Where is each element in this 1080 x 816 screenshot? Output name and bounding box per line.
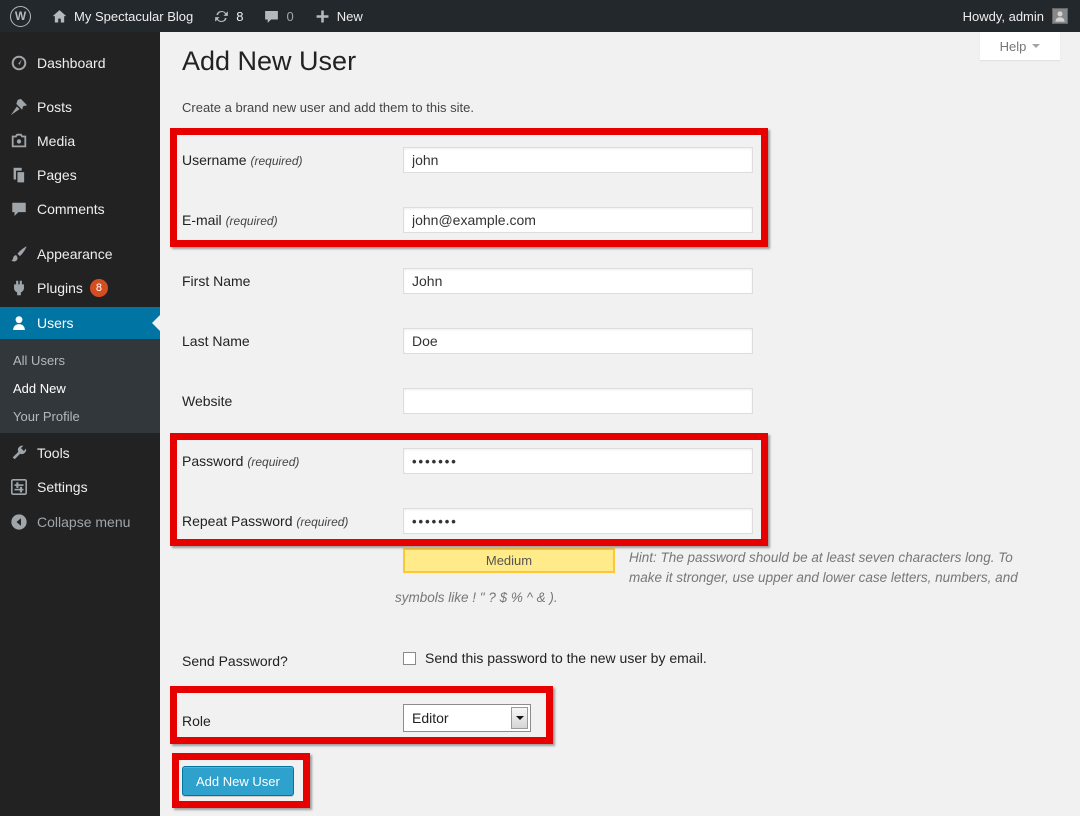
password-strength-meter: Medium — [403, 548, 615, 573]
comment-bubble-icon — [263, 8, 280, 25]
update-refresh-icon — [213, 8, 230, 25]
first-name-input[interactable] — [403, 268, 753, 294]
sidebar-item-settings[interactable]: Settings — [0, 472, 160, 502]
sidebar-item-posts[interactable]: Posts — [0, 92, 160, 122]
submenu-all-users[interactable]: All Users — [13, 348, 160, 374]
page-subtitle: Create a brand new user and add them to … — [182, 100, 474, 115]
password-hint: Medium Hint: The password should be at l… — [395, 548, 1043, 608]
send-password-label: Send Password? — [182, 648, 397, 674]
wordpress-menu[interactable]: W — [0, 0, 41, 32]
last-name-input[interactable] — [403, 328, 753, 354]
last-name-label: Last Name — [182, 328, 397, 354]
submenu-add-new[interactable]: Add New — [13, 376, 160, 402]
submenu-your-profile[interactable]: Your Profile — [13, 404, 160, 430]
role-label: Role — [182, 708, 397, 734]
comment-bubble-icon — [10, 200, 28, 218]
page-title: Add New User — [182, 46, 356, 77]
new-label: New — [337, 9, 363, 24]
email-input[interactable] — [403, 207, 753, 233]
home-icon — [51, 8, 68, 25]
plug-icon — [10, 279, 28, 297]
sidebar-item-plugins[interactable]: Plugins 8 — [0, 273, 160, 303]
pushpin-icon — [10, 98, 28, 116]
admin-bar: W My Spectacular Blog 8 0 New Howdy, adm… — [0, 0, 1080, 32]
pages-icon — [10, 166, 28, 184]
update-count: 8 — [236, 9, 243, 24]
website-input[interactable] — [403, 388, 753, 414]
avatar[interactable] — [1052, 8, 1068, 24]
admin-sidebar: Dashboard Posts Media Pages Comments App… — [0, 32, 160, 816]
dashboard-icon — [10, 54, 28, 72]
sidebar-item-tools[interactable]: Tools — [0, 438, 160, 468]
username-label: Username (required) — [182, 147, 397, 173]
username-input[interactable] — [403, 147, 753, 173]
role-select[interactable]: Editor — [403, 704, 531, 732]
send-password-checkbox-label: Send this password to the new user by em… — [425, 650, 707, 666]
sidebar-item-users[interactable]: Users — [0, 307, 160, 339]
sidebar-item-appearance[interactable]: Appearance — [0, 239, 160, 269]
comment-count: 0 — [286, 9, 293, 24]
main-content: Help Add New User Create a brand new use… — [160, 32, 1080, 816]
users-submenu: All Users Add New Your Profile — [0, 339, 160, 433]
wrench-icon — [10, 444, 28, 462]
active-menu-arrow — [144, 315, 160, 331]
first-name-label: First Name — [182, 268, 397, 294]
sliders-icon — [10, 478, 28, 496]
email-label: E-mail (required) — [182, 207, 397, 233]
plus-icon — [314, 8, 331, 25]
website-label: Website — [182, 388, 397, 414]
person-icon — [10, 314, 28, 332]
select-dropdown-button[interactable] — [511, 707, 528, 729]
new-content-menu[interactable]: New — [304, 0, 373, 32]
sidebar-item-dashboard[interactable]: Dashboard — [0, 48, 160, 78]
chevron-down-icon — [516, 716, 524, 724]
password-input[interactable] — [403, 448, 753, 474]
comments-indicator[interactable]: 0 — [253, 0, 303, 32]
repeat-password-input[interactable] — [403, 508, 753, 534]
sidebar-item-collapse-menu[interactable]: Collapse menu — [0, 507, 160, 537]
plugins-update-badge: 8 — [90, 279, 108, 297]
sidebar-item-pages[interactable]: Pages — [0, 160, 160, 190]
brush-icon — [10, 245, 28, 263]
site-name: My Spectacular Blog — [74, 9, 193, 24]
help-button[interactable]: Help — [980, 32, 1060, 60]
sidebar-item-comments[interactable]: Comments — [0, 194, 160, 224]
role-selected-value: Editor — [412, 705, 449, 731]
collapse-arrow-icon — [10, 513, 28, 531]
site-link[interactable]: My Spectacular Blog — [41, 0, 203, 32]
password-label: Password (required) — [182, 448, 397, 474]
howdy-account[interactable]: Howdy, admin — [963, 9, 1044, 24]
wordpress-logo-icon: W — [10, 6, 31, 27]
add-new-user-button[interactable]: Add New User — [182, 766, 294, 796]
repeat-password-label: Repeat Password (required) — [182, 508, 397, 534]
send-password-checkbox[interactable] — [403, 652, 416, 665]
updates-indicator[interactable]: 8 — [203, 0, 253, 32]
camera-icon — [10, 132, 28, 150]
chevron-down-icon — [1032, 44, 1040, 52]
sidebar-item-media[interactable]: Media — [0, 126, 160, 156]
